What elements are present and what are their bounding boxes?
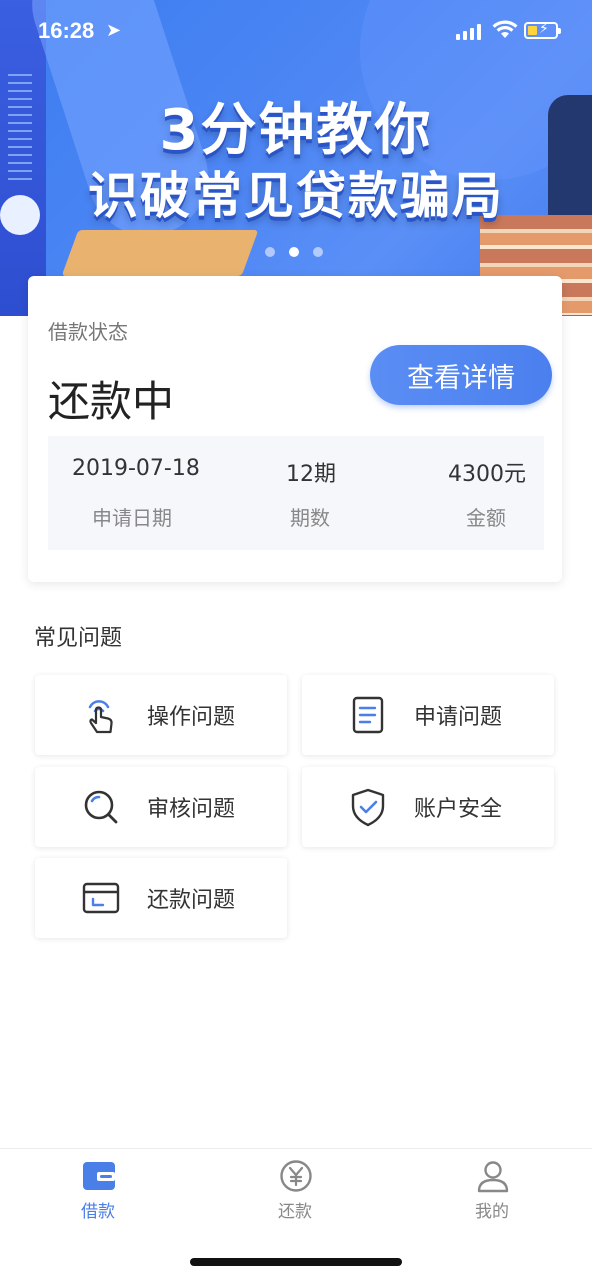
- loan-date-value: 2019-07-18: [72, 456, 200, 481]
- banner-title-line1: 3分钟教你: [159, 98, 433, 163]
- loan-info-panel: 2019-07-18 申请日期 12期 期数 4300元 金额: [48, 436, 544, 550]
- faq-item-operation[interactable]: 操作问题: [35, 675, 287, 755]
- loan-date-caption: 申请日期: [92, 506, 172, 530]
- yen-coin-icon: [280, 1160, 312, 1192]
- location-arrow-icon: ➤: [106, 20, 122, 41]
- card-icon: [82, 882, 120, 914]
- loan-periods-column: 12期 期数: [268, 436, 358, 550]
- status-time: 16:28: [38, 18, 95, 43]
- tab-label: 借款: [81, 1202, 115, 1222]
- tap-hand-icon: [88, 700, 113, 734]
- faq-item-label: 操作问题: [147, 705, 236, 730]
- view-details-button[interactable]: 查看详情: [370, 345, 552, 405]
- faq-section-title: 常见问题: [34, 626, 123, 651]
- loan-amount-column: 4300元 金额: [438, 436, 544, 550]
- faq-item-label: 审核问题: [147, 797, 236, 822]
- loan-status-value: 还款中: [48, 377, 175, 426]
- banner-pagination: [265, 247, 323, 257]
- home-indicator[interactable]: [190, 1258, 402, 1266]
- loan-amount-caption: 金额: [466, 506, 506, 530]
- banner-dot-active[interactable]: [289, 247, 299, 257]
- banner-title-line2: 识破常见贷款骗局: [88, 167, 504, 225]
- shield-check-icon: [351, 788, 385, 827]
- tab-mine[interactable]: 我的: [432, 1159, 552, 1229]
- faq-item-label: 账户安全: [414, 797, 503, 822]
- faq-item-label: 申请问题: [414, 705, 503, 730]
- tab-loan[interactable]: 借款: [38, 1159, 158, 1229]
- wallet-icon: [83, 1162, 115, 1190]
- faq-item-review[interactable]: 审核问题: [35, 767, 287, 847]
- loan-amount-value: 4300元: [448, 462, 526, 487]
- document-icon: [352, 696, 384, 734]
- loan-periods-value: 12期: [286, 462, 336, 487]
- tab-label: 还款: [278, 1202, 312, 1222]
- loan-status-card: 借款状态 还款中 查看详情 2019-07-18 申请日期 12期 期数 430…: [28, 276, 562, 582]
- faq-item-label: 还款问题: [147, 888, 236, 913]
- loan-periods-caption: 期数: [290, 506, 330, 530]
- status-bar: 16:28 ➤ ⚡: [0, 0, 592, 62]
- faq-item-repayment[interactable]: 还款问题: [35, 858, 287, 938]
- faq-item-account-security[interactable]: 账户安全: [302, 767, 554, 847]
- wifi-icon: [492, 20, 518, 38]
- banner-illustration-desk: [61, 230, 259, 276]
- faq-item-application[interactable]: 申请问题: [302, 675, 554, 755]
- battery-icon: ⚡: [524, 21, 561, 39]
- banner-dot[interactable]: [313, 247, 323, 257]
- person-icon: [477, 1161, 509, 1193]
- tab-repayment[interactable]: 还款: [235, 1159, 355, 1229]
- cellular-signal-icon: [456, 22, 484, 40]
- magnifier-icon: [84, 790, 118, 824]
- banner-dot[interactable]: [265, 247, 275, 257]
- loan-status-label: 借款状态: [48, 320, 128, 344]
- loan-home-screen: 3分钟教你 识破常见贷款骗局 16:28 ➤ ⚡ 借款状态 还款中 查看详情 2…: [0, 0, 592, 1280]
- tab-label: 我的: [475, 1202, 509, 1222]
- loan-date-column: 2019-07-18 申请日期: [48, 436, 228, 550]
